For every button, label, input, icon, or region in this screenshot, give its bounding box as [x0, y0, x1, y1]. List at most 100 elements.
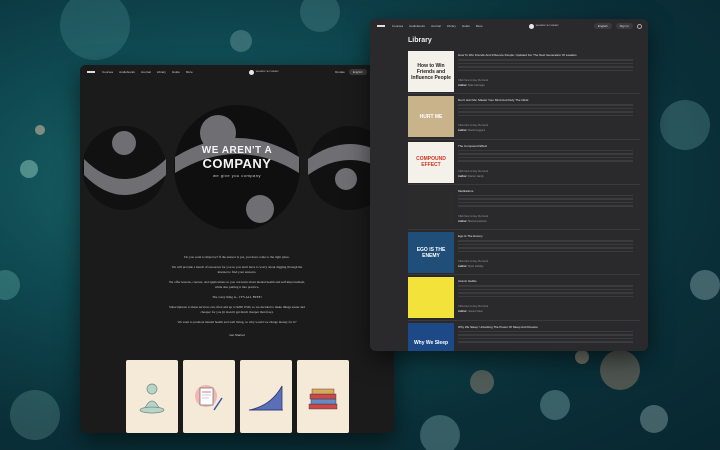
book-info: Ego Is The Enemy Click here to buy the bo…: [454, 232, 640, 274]
get-started-heading: Get Started: [229, 333, 245, 337]
nav-item-audiobooks[interactable]: Audiobooks: [119, 70, 135, 74]
book-cover-text: [429, 296, 433, 300]
book-title[interactable]: How To Win Friends And Influence People:…: [458, 53, 640, 57]
nav-item-more[interactable]: More: [476, 24, 483, 28]
description-placeholder-line: [458, 114, 633, 117]
top-nav: Courses Audiobooks Journal Library Guide…: [80, 65, 394, 79]
book-cover-text: [429, 205, 433, 209]
book-cover[interactable]: How to Win Friends and Influence People: [408, 51, 454, 92]
brand-mark-icon: [528, 23, 534, 29]
intro-paragraph: We will provide a bunch of resources for…: [171, 265, 303, 274]
book-info: Don't Hurt Me: Master Your Mind And Defy…: [454, 96, 640, 138]
author-name: Dale Carnegie: [468, 84, 485, 87]
brand-logo-icon[interactable]: [376, 21, 386, 31]
description-placeholder-line: [458, 243, 633, 246]
book-title[interactable]: Meditations: [458, 189, 640, 193]
author-name: Ryan Holiday: [468, 265, 484, 269]
nav-item-guide[interactable]: Guide: [172, 70, 180, 74]
book-row[interactable]: COMPOUND EFFECT The Compound Effect Click …: [408, 140, 640, 185]
journal-card[interactable]: [183, 360, 235, 433]
books-card[interactable]: [297, 360, 349, 433]
book-cover[interactable]: COMPOUND EFFECT: [408, 141, 454, 183]
nav-item-more[interactable]: More: [186, 70, 193, 74]
book-cover[interactable]: EGO IS THE ENEMY: [408, 232, 454, 274]
language-select[interactable]: English: [348, 69, 367, 75]
meditation-card[interactable]: [126, 360, 178, 433]
nav-item-library[interactable]: Library: [157, 70, 166, 74]
buy-book-link[interactable]: Click here to buy the book: [458, 260, 488, 263]
description-placeholder-line: [458, 153, 633, 155]
meditation-illustration: [139, 383, 165, 413]
book-row[interactable]: Why We Sleep Why We Sleep: Unlocking The …: [408, 321, 640, 351]
author-label: Author:: [458, 219, 468, 223]
buy-book-link[interactable]: Click here to buy the book: [458, 170, 488, 173]
book-row[interactable]: EGO IS THE ENEMY Ego Is The Enemy Click he…: [408, 230, 640, 276]
description-placeholder-line: [458, 104, 633, 106]
book-title[interactable]: Atomic Habits: [458, 279, 640, 283]
book-cover-text: HURT ME: [419, 113, 443, 120]
intro-text: Do you want to improve? If the answer is…: [167, 255, 307, 325]
book-title[interactable]: Ego Is The Enemy: [458, 234, 640, 238]
book-info: Atomic Habits Click here to buy the book A…: [454, 277, 640, 319]
nav-item-audiobooks[interactable]: Audiobooks: [409, 24, 425, 28]
description-placeholder-line: [458, 337, 633, 340]
buy-book-link[interactable]: Click here to buy the book: [458, 215, 488, 218]
description-placeholder-line: [458, 194, 633, 197]
settings-icon[interactable]: [637, 23, 642, 29]
buy-book-link[interactable]: Click here to buy the book: [458, 305, 488, 308]
book-cover-text: COMPOUND EFFECT: [416, 156, 446, 169]
description-placeholder-line: [458, 62, 633, 64]
book-stack-illustration: [308, 388, 338, 409]
brand-logo-icon[interactable]: [86, 67, 96, 77]
book-title[interactable]: The Compound Effect: [458, 144, 640, 148]
book-cover-text: How to Win Friends and Influence People: [411, 62, 451, 81]
intro-paragraph: Do you want to improve? If the answer is…: [184, 255, 290, 259]
book-row[interactable]: HURT ME Don't Hurt Me: Master Your Mind A…: [408, 94, 640, 140]
donate-link[interactable]: Donate: [335, 70, 345, 74]
brand-center-logo[interactable]: WE AREN'T A COMPANY: [528, 23, 559, 29]
book-row[interactable]: How to Win Friends and Influence People H…: [408, 49, 640, 95]
feature-cards: [126, 360, 349, 433]
nav-item-courses[interactable]: Courses: [392, 24, 403, 28]
page-title: Library: [408, 37, 432, 44]
sign-in-button[interactable]: Sign In: [615, 23, 633, 29]
book-row[interactable]: Atomic Habits Click here to buy the book A…: [408, 275, 640, 321]
description-placeholder-line: [458, 66, 633, 68]
brand-label: WE AREN'T A COMPANY: [535, 25, 559, 27]
nav-item-courses[interactable]: Courses: [102, 70, 113, 74]
description-placeholder-line: [458, 250, 633, 253]
author-label: Author:: [458, 265, 468, 269]
book-author: Author: Ryan Holiday: [458, 265, 484, 268]
brand-center-logo[interactable]: WE AREN'T A COMPANY: [248, 69, 279, 75]
growth-card[interactable]: [240, 360, 292, 433]
description-placeholder-line: [458, 149, 633, 152]
description-placeholder-line: [458, 292, 633, 294]
nav-item-journal[interactable]: Journal: [431, 24, 441, 28]
book-author: Author: James Clear: [458, 310, 483, 313]
book-title[interactable]: Don't Hurt Me: Master Your Mind And Defy…: [458, 98, 640, 102]
nav-item-guide[interactable]: Guide: [462, 24, 470, 28]
description-placeholder-line: [458, 205, 633, 207]
hero-tagline: we give you company: [213, 173, 261, 178]
nav-item-journal[interactable]: Journal: [141, 70, 151, 74]
intro-paragraph: Subscriptions to these services can ofte…: [169, 305, 305, 314]
book-cover[interactable]: [408, 277, 454, 319]
description-placeholder-line: [458, 160, 633, 162]
description-placeholder-line: [458, 247, 633, 249]
buy-book-link[interactable]: Click here to buy the book: [458, 79, 488, 82]
journal-illustration: [195, 384, 223, 410]
language-select[interactable]: English: [593, 23, 612, 29]
hero-title-line1: WE AREN'T A: [201, 145, 273, 156]
book-row[interactable]: Meditations Click here to buy the book Aut…: [408, 185, 640, 231]
book-cover[interactable]: Why We Sleep: [408, 322, 454, 351]
description-placeholder-line: [458, 295, 633, 298]
description-placeholder-line: [458, 111, 633, 113]
book-cover[interactable]: [408, 186, 454, 228]
book-cover[interactable]: HURT ME: [408, 96, 454, 138]
book-title[interactable]: Why We Sleep: Unlocking The Power Of Sle…: [458, 325, 640, 329]
nav-item-library[interactable]: Library: [447, 24, 456, 28]
book-author: Author: Darren Hardy: [458, 175, 484, 178]
buy-book-link[interactable]: Click here to buy the book: [458, 124, 488, 127]
intro-paragraph: We want to promote mental health and wel…: [177, 320, 297, 324]
book-info: The Compound Effect Click here to buy the…: [454, 142, 640, 184]
